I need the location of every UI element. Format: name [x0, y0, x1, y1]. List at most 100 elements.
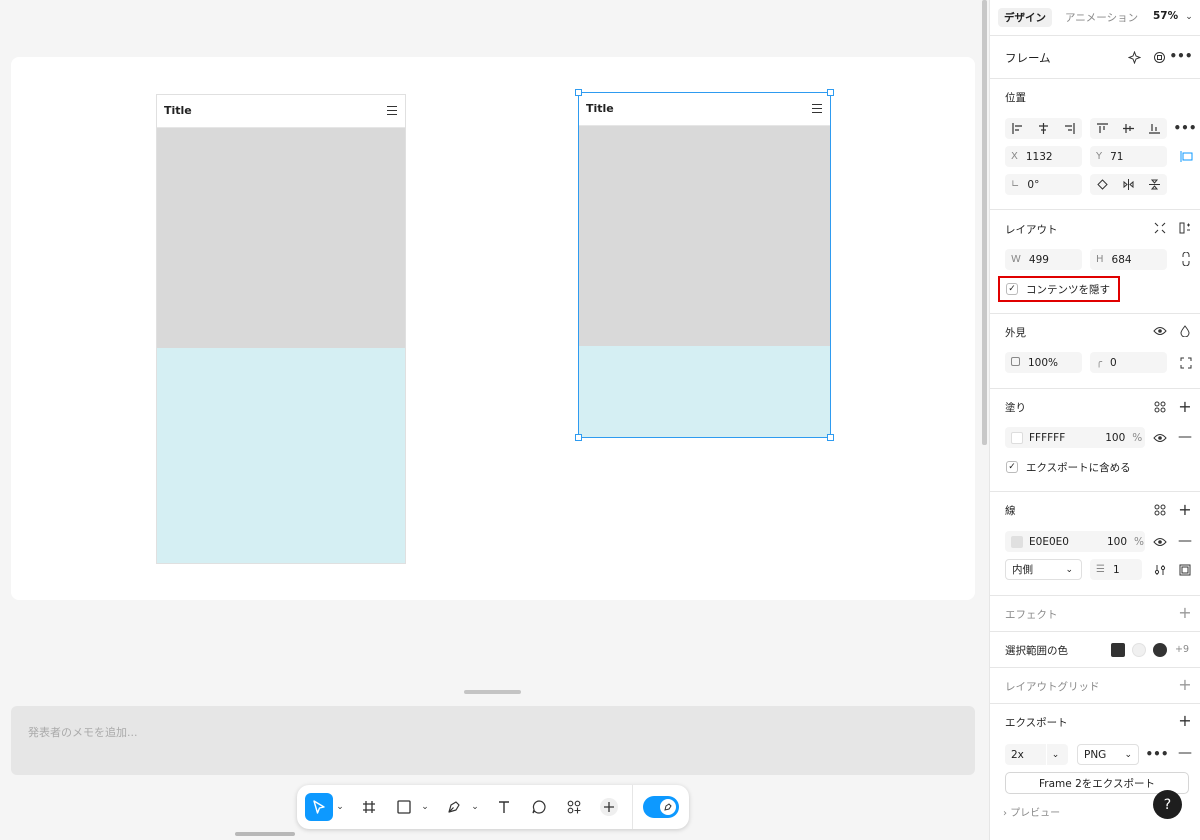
- add-layout-grid-plus-icon[interactable]: +: [1178, 675, 1192, 694]
- frame-1[interactable]: Title: [156, 94, 406, 564]
- selection-color-swatch-3[interactable]: [1153, 643, 1167, 657]
- stroke-opacity-value[interactable]: 100: [1107, 536, 1127, 548]
- fill-color-field[interactable]: FFFFFF 100 %: [1005, 427, 1145, 448]
- include-export-checkbox[interactable]: ✓: [1006, 461, 1018, 473]
- more-align-icon[interactable]: •••: [1174, 121, 1197, 135]
- align-right-icon[interactable]: [1056, 118, 1082, 139]
- independent-corners-icon[interactable]: [1179, 356, 1193, 370]
- more-options-icon[interactable]: •••: [1170, 49, 1193, 63]
- fill-visibility-eye-icon[interactable]: [1153, 431, 1167, 445]
- add-effect-plus-icon[interactable]: +: [1178, 603, 1192, 622]
- export-more-options-icon[interactable]: •••: [1146, 747, 1169, 761]
- flip-horizontal-icon[interactable]: [1116, 174, 1142, 195]
- y-prefix: Y: [1096, 151, 1103, 162]
- selection-colors-more[interactable]: +9: [1175, 644, 1189, 655]
- stroke-swatch[interactable]: [1011, 535, 1023, 548]
- clip-content-label[interactable]: コンテンツを隠す: [1026, 282, 1110, 297]
- preview-disclosure[interactable]: › プレビュー: [1003, 804, 1060, 819]
- speaker-notes-input[interactable]: 発表者のメモを追加...: [11, 706, 975, 775]
- y-value: 71: [1110, 150, 1124, 163]
- add-export-plus-icon[interactable]: +: [1178, 711, 1192, 730]
- collapse-layout-icon[interactable]: [1153, 221, 1167, 235]
- components-tool-button[interactable]: [560, 793, 588, 821]
- height-field[interactable]: H 684: [1090, 249, 1167, 270]
- comment-tool-button[interactable]: [525, 793, 553, 821]
- blend-mode-drop-icon[interactable]: [1178, 324, 1192, 338]
- shape-tool-button[interactable]: [390, 793, 418, 821]
- stroke-color-field[interactable]: E0E0E0 100 %: [1005, 531, 1145, 552]
- tab-animation[interactable]: アニメーション: [1065, 10, 1138, 25]
- resize-handle-top-left[interactable]: [575, 89, 582, 96]
- stroke-settings-sliders-icon[interactable]: [1153, 563, 1167, 577]
- sparkle-icon[interactable]: [1127, 50, 1141, 64]
- clip-content-checkbox[interactable]: ✓: [1006, 283, 1018, 295]
- resize-handle-bottom-right[interactable]: [827, 434, 834, 441]
- include-export-label[interactable]: エクスポートに含める: [1026, 460, 1131, 475]
- align-center-h-icon[interactable]: [1031, 118, 1057, 139]
- stroke-visibility-eye-icon[interactable]: [1153, 535, 1167, 549]
- add-fill-plus-icon[interactable]: +: [1178, 397, 1192, 416]
- align-top-icon[interactable]: [1090, 118, 1116, 139]
- individual-strokes-icon[interactable]: [1178, 563, 1192, 577]
- notes-resize-handle[interactable]: [464, 690, 521, 694]
- stroke-styles-grid-icon[interactable]: [1153, 503, 1167, 517]
- move-tool-button[interactable]: [305, 793, 333, 821]
- effects-title[interactable]: エフェクト: [1005, 607, 1058, 622]
- h-prefix: H: [1096, 254, 1104, 265]
- pen-tool-dropdown-chevron-icon[interactable]: ⌄: [470, 793, 480, 821]
- flip-vertical-icon[interactable]: [1141, 174, 1167, 195]
- constrain-proportions-icon[interactable]: [1179, 252, 1193, 266]
- frame-2-selected[interactable]: Title: [575, 89, 834, 441]
- selection-color-swatch-1[interactable]: [1111, 643, 1125, 657]
- resize-handle-top-right[interactable]: [827, 89, 834, 96]
- fill-swatch[interactable]: [1011, 431, 1023, 444]
- stroke-weight-field[interactable]: ☰ 1: [1090, 559, 1142, 580]
- canvas-area[interactable]: Title Title 発表者のメモを追加... ⌄ ⌄ ⌄: [0, 0, 983, 840]
- move-tool-dropdown-chevron-icon[interactable]: ⌄: [335, 793, 345, 821]
- rotation-field[interactable]: ∟ 0°: [1005, 174, 1082, 195]
- vertical-scrollbar[interactable]: [982, 0, 987, 445]
- frame-1-header: Title: [157, 95, 405, 128]
- constraints-icon[interactable]: [1179, 149, 1193, 163]
- remove-export-minus-icon[interactable]: —: [1178, 745, 1192, 761]
- export-section: エクスポート + 2x ⌄ PNG ⌄ ••• — Frame 2をエクスポート…: [990, 704, 1200, 840]
- align-left-icon[interactable]: [1005, 118, 1031, 139]
- remove-stroke-minus-icon[interactable]: —: [1178, 533, 1192, 549]
- export-format-select[interactable]: PNG ⌄: [1077, 744, 1139, 765]
- horizontal-align-group: [1005, 118, 1082, 139]
- styles-grid-icon[interactable]: [1153, 400, 1167, 414]
- eye-icon[interactable]: [1153, 324, 1167, 338]
- component-create-icon[interactable]: [1152, 50, 1166, 64]
- add-stroke-plus-icon[interactable]: +: [1178, 500, 1192, 519]
- add-actions-button[interactable]: [595, 793, 623, 821]
- align-bottom-icon[interactable]: [1141, 118, 1167, 139]
- corner-radius-field[interactable]: ╭ 0: [1090, 352, 1167, 373]
- zoom-chevron-down-icon[interactable]: ⌄: [1182, 10, 1196, 24]
- x-position-field[interactable]: X 1132: [1005, 146, 1082, 167]
- fill-opacity-value[interactable]: 100: [1105, 432, 1125, 444]
- text-tool-button[interactable]: [490, 793, 518, 821]
- width-field[interactable]: W 499: [1005, 249, 1082, 270]
- resize-handle-bottom-left[interactable]: [575, 434, 582, 441]
- opacity-field[interactable]: 100%: [1005, 352, 1082, 373]
- stroke-position-select[interactable]: 内側 ⌄: [1005, 559, 1082, 580]
- tab-design[interactable]: デザイン: [998, 8, 1052, 27]
- y-position-field[interactable]: Y 71: [1090, 146, 1167, 167]
- slide[interactable]: Title Title: [11, 57, 975, 600]
- align-middle-v-icon[interactable]: [1116, 118, 1142, 139]
- export-scale-field[interactable]: 2x ⌄: [1005, 744, 1068, 765]
- export-scale-chevron-icon[interactable]: ⌄: [1046, 744, 1064, 765]
- shape-tool-dropdown-chevron-icon[interactable]: ⌄: [420, 793, 430, 821]
- dev-mode-toggle[interactable]: [643, 796, 679, 818]
- help-button[interactable]: ?: [1153, 790, 1182, 819]
- pen-tool-button[interactable]: [440, 793, 468, 821]
- auto-layout-icon[interactable]: [1178, 221, 1192, 235]
- rotate-90-icon[interactable]: [1090, 174, 1116, 195]
- frame-type-label[interactable]: フレーム: [1005, 50, 1051, 66]
- selection-color-swatch-2[interactable]: [1132, 643, 1146, 657]
- zoom-level[interactable]: 57%: [1153, 10, 1178, 22]
- horizontal-scrollbar[interactable]: [235, 832, 295, 836]
- frame-tool-button[interactable]: [355, 793, 383, 821]
- layout-grid-title[interactable]: レイアウトグリッド: [1005, 679, 1100, 694]
- remove-fill-minus-icon[interactable]: —: [1178, 429, 1192, 445]
